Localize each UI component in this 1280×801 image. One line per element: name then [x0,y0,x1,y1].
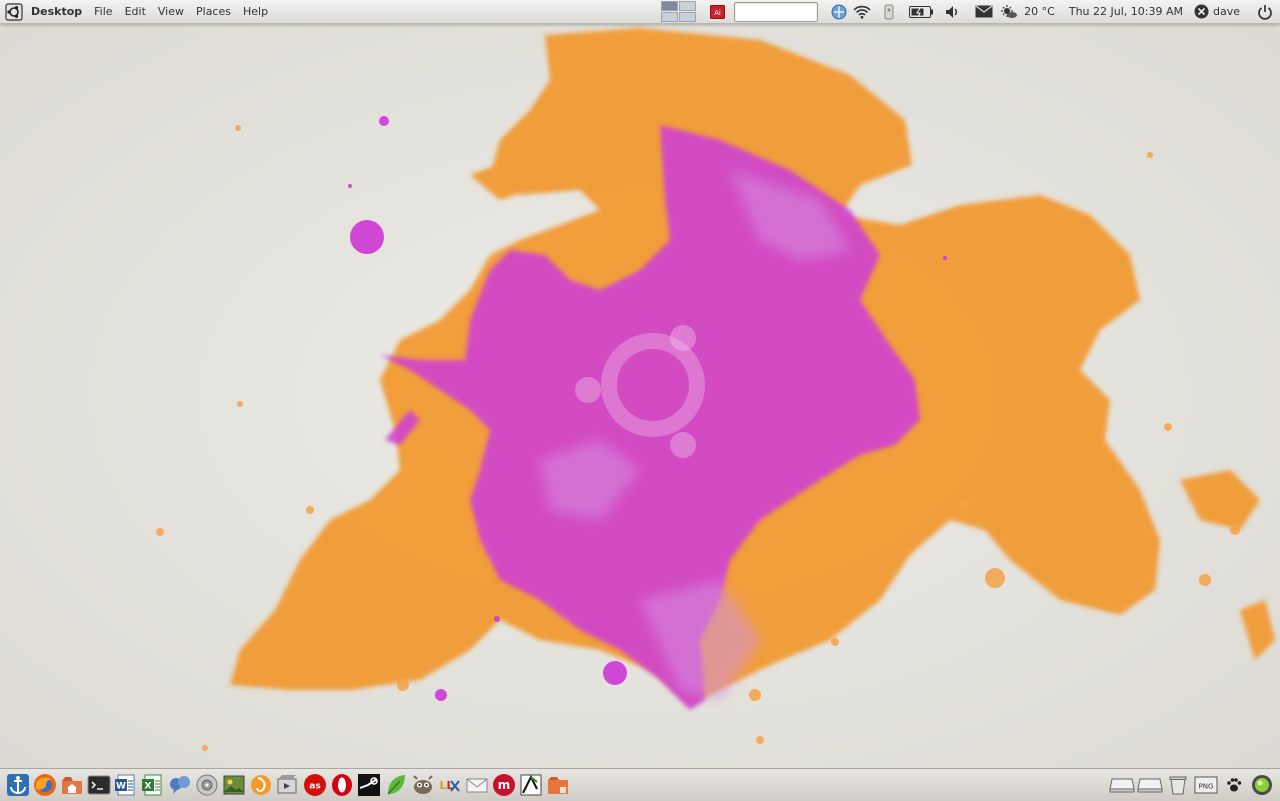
pdf-reader-icon[interactable]: Ai [708,0,726,23]
inkscape-icon[interactable] [517,772,544,799]
menu-view[interactable]: View [152,1,190,23]
indicator-area: Ai 20 °C Thu 22 Jul, 10:39 AM dave [661,0,1280,23]
media-player-icon[interactable] [247,772,274,799]
weather-temperature[interactable]: 20 °C [1018,5,1061,18]
png-label: PNG [1199,783,1214,791]
lastfm-icon[interactable]: as [301,772,328,799]
svg-text:W: W [116,782,126,792]
svg-text:X: X [144,782,151,792]
wifi-icon[interactable] [850,0,874,23]
network-manager-icon[interactable] [828,0,850,23]
image-viewer-icon[interactable] [220,772,247,799]
menu-file[interactable]: File [88,1,118,23]
workspace-4[interactable] [679,12,697,22]
bluetooth-device-icon[interactable] [874,0,904,23]
workspace-3[interactable] [661,12,679,22]
bottom-panel: W X as LL m PNG [0,768,1280,801]
disk-utility-icon[interactable] [193,772,220,799]
lyx-icon[interactable]: LL [436,772,463,799]
clock[interactable]: Thu 22 Jul, 10:39 AM [1061,5,1191,18]
terminal-icon[interactable] [85,772,112,799]
user-name[interactable]: dave [1213,5,1250,18]
volume-icon[interactable] [938,0,968,23]
firefox-icon[interactable] [31,772,58,799]
opera-icon[interactable] [328,772,355,799]
svg-text:m: m [497,778,510,792]
png-file-icon[interactable]: PNG [1192,771,1220,799]
desktop-wallpaper [0,23,1280,768]
workspace-1[interactable] [661,1,679,11]
weather-icon [1000,0,1018,23]
menu-help[interactable]: Help [237,1,274,23]
drive-2-icon[interactable] [1136,771,1164,799]
pawprint-icon[interactable] [1220,771,1248,799]
leaf-icon[interactable] [382,772,409,799]
battery-icon[interactable] [904,0,938,23]
user-status-icon[interactable] [1191,0,1213,23]
mail-icon[interactable] [463,772,490,799]
drive-1-icon[interactable] [1108,771,1136,799]
steam-icon[interactable] [355,772,382,799]
trash-icon[interactable] [1164,771,1192,799]
svg-text:L: L [439,779,446,792]
workspace-switcher[interactable] [661,1,697,22]
word-processor-icon[interactable]: W [112,772,139,799]
menu-places[interactable]: Places [190,1,237,23]
video-editor-icon[interactable] [274,772,301,799]
folder-icon[interactable] [544,772,571,799]
anchor-icon[interactable] [4,772,31,799]
spreadsheet-icon[interactable]: X [139,772,166,799]
mail-indicator-icon[interactable] [968,0,1000,23]
workspace-2[interactable] [679,1,697,11]
bottom-tray: PNG [1108,769,1280,801]
top-panel: Desktop File Edit View Places Help Ai 20… [0,0,1280,24]
menu-desktop[interactable]: Desktop [25,1,88,23]
main-menu-icon[interactable] [3,1,25,23]
search-input[interactable] [734,1,819,22]
miro-icon[interactable]: m [490,772,517,799]
status-orb-icon[interactable] [1248,771,1276,799]
svg-text:Ai: Ai [714,9,721,17]
power-icon[interactable] [1250,0,1280,23]
svg-text:as: as [309,782,320,792]
menu-edit[interactable]: Edit [119,1,152,23]
chat-icon[interactable] [166,772,193,799]
gimp-icon[interactable] [409,772,436,799]
home-folder-icon[interactable] [58,772,85,799]
